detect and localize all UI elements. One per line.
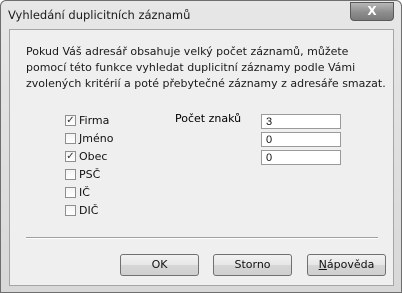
checkbox-ic[interactable]	[65, 186, 76, 198]
char-count-obec-input[interactable]	[261, 150, 341, 165]
checkbox-row-ic[interactable]: IČ	[65, 184, 90, 200]
checkbox-label: Obec	[79, 149, 108, 163]
checkbox-row-psc[interactable]: PSČ	[65, 166, 100, 182]
checkbox-label: Firma	[79, 113, 110, 127]
checkbox-row-firma[interactable]: ✓ Firma	[65, 112, 109, 128]
checkbox-obec[interactable]: ✓	[65, 150, 76, 162]
checkbox-label: Jméno	[79, 131, 114, 145]
divider	[26, 237, 378, 239]
checkbox-label: DIČ	[79, 203, 99, 217]
title-bar[interactable]: Vyhledání duplicitních záznamů X	[1, 1, 401, 29]
dialog-body: Pokud Váš adresář obsahuje velký počet z…	[9, 29, 394, 286]
check-icon: ✓	[66, 114, 75, 126]
window-title: Vyhledání duplicitních záznamů	[8, 8, 191, 22]
check-icon: ✓	[66, 150, 75, 162]
char-count-label: Počet znaků	[175, 112, 242, 125]
description-text: Pokud Váš adresář obsahuje velký počet z…	[26, 45, 386, 90]
char-count-jmeno-input[interactable]	[261, 132, 341, 147]
checkbox-label: IČ	[79, 185, 90, 199]
checkbox-jmeno[interactable]	[65, 132, 76, 144]
ok-button[interactable]: OK	[120, 254, 199, 276]
checkbox-dic[interactable]	[65, 204, 76, 216]
checkbox-row-obec[interactable]: ✓ Obec	[65, 148, 107, 164]
close-icon: X	[367, 4, 377, 18]
close-button[interactable]: X	[350, 2, 394, 21]
char-count-firma-input[interactable]	[261, 114, 341, 129]
help-button[interactable]: Nápověda	[307, 254, 386, 276]
checkbox-firma[interactable]: ✓	[65, 114, 76, 126]
checkbox-psc[interactable]	[65, 168, 76, 180]
checkbox-row-dic[interactable]: DIČ	[65, 202, 98, 218]
checkbox-label: PSČ	[79, 167, 101, 181]
dialog-window: Vyhledání duplicitních záznamů X Pokud V…	[0, 0, 402, 293]
cancel-button[interactable]: Storno	[213, 254, 292, 276]
checkbox-row-jmeno[interactable]: Jméno	[65, 130, 113, 146]
